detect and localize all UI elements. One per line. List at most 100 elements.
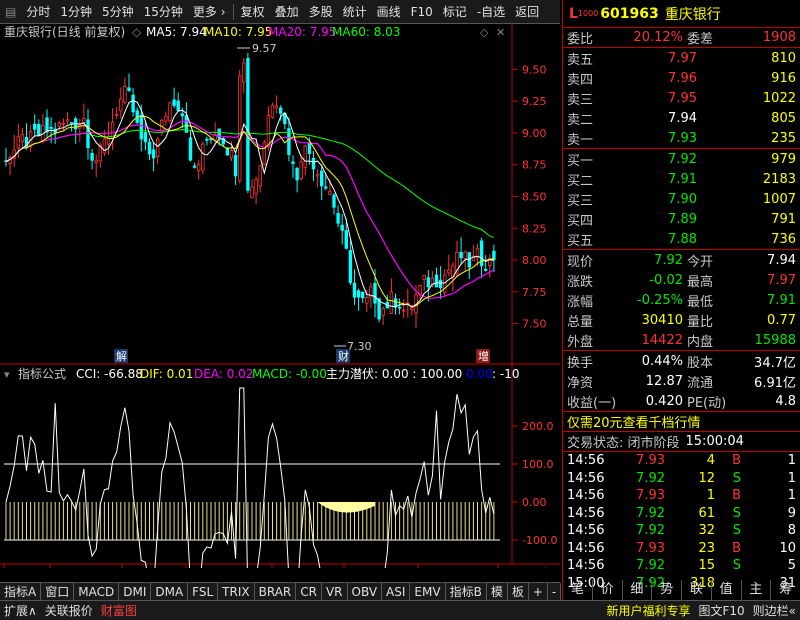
chart-settings-icon[interactable]: ◇ [132, 25, 142, 39]
indicator-tab[interactable]: MACD [74, 582, 120, 601]
buy-price: 7.90 [668, 191, 697, 207]
candle-body [119, 98, 123, 112]
indicator-tab[interactable]: 模 [487, 582, 508, 601]
tick-volume: 12 [698, 470, 715, 486]
candle-body [123, 86, 127, 103]
indicator-tab[interactable]: VR [322, 582, 348, 601]
ma10-label: MA10: 7.95 [204, 25, 272, 39]
toolbar-biaoji[interactable]: 标记 [438, 0, 472, 24]
tick-side: S [732, 558, 741, 574]
toolbar-fenshi[interactable]: 分时 [21, 0, 55, 24]
toolbar-5min[interactable]: 5分钟 [97, 0, 139, 24]
quote-tab[interactable]: 主 [742, 580, 772, 600]
tick-count: 8 [787, 523, 796, 539]
buy-order-row: 买一 7.92 979 [563, 149, 800, 169]
candle-body [201, 143, 205, 171]
ind-tick-label: 0.00 [522, 496, 547, 509]
ind-collapse-icon[interactable]: ▾ [4, 368, 10, 381]
toolbar-f10[interactable]: F10 [406, 0, 438, 24]
candle-body [20, 134, 25, 143]
tick-time: 14:56 [567, 453, 605, 469]
indicator-tab[interactable]: 指标B [446, 582, 487, 601]
quote-tab[interactable]: 势 [652, 580, 682, 600]
quote-panel-tabs: 笔价细势联值主筹 [563, 580, 800, 600]
tick-price: 7.92 [636, 505, 665, 521]
quote-tab[interactable]: 联 [682, 580, 712, 600]
indicator-tab[interactable]: 窗口 [41, 582, 75, 601]
stock-flag-sub: 1000 [577, 9, 599, 18]
indicator-tab[interactable]: 指标A [0, 582, 42, 601]
candle-body [397, 306, 402, 309]
sidebar-toggle-button[interactable]: 则边栏« [749, 602, 800, 619]
toolbar-diejia[interactable]: 叠加 [270, 0, 304, 24]
price-tick-label: 7.50 [522, 318, 547, 331]
quote-tab[interactable]: 值 [712, 580, 742, 600]
candle-body [459, 251, 463, 259]
indicator-tab[interactable]: 板 [508, 582, 529, 601]
toolbar-15min[interactable]: 15分钟 [139, 0, 188, 24]
toolbar-more[interactable]: 更多 › [188, 0, 231, 24]
promo-link[interactable]: 仅需20元查看千档行情 [567, 412, 701, 431]
toolbar-fuquan[interactable]: 复权 [236, 0, 270, 24]
price-tick-label: 9.50 [522, 63, 547, 76]
buy-price: 7.92 [668, 151, 697, 167]
sell-order-row: 卖二 7.94 805 [563, 108, 800, 128]
kline-chart[interactable]: 重庆银行(日线 前复权) ◇ MA5: 7.94 MA10: 7.95 MA20… [0, 24, 560, 568]
new-user-promo-link[interactable]: 新用户福利专享 [602, 602, 694, 619]
buy-level-label: 买一 [567, 153, 594, 169]
toolbar-fanhui[interactable]: 返回 [510, 0, 544, 24]
tick-side: B [732, 453, 741, 469]
chart-close-icon[interactable]: ✕ [496, 26, 505, 39]
quote-value: -0.25% [637, 292, 683, 308]
tick-row: 14:56 7.92 61 S 9 [563, 505, 800, 523]
tick-list[interactable]: 14:56 7.93 4 B 1 14:56 7.92 12 S 1 14:56 7… [563, 452, 800, 592]
wealth-chart-button[interactable]: 财富图 [97, 602, 141, 619]
candle-body [147, 141, 152, 155]
stat-value: 12.87 [645, 373, 683, 389]
indicator-tab[interactable]: CR [296, 582, 322, 601]
toolbar-tongji[interactable]: 统计 [338, 0, 372, 24]
candle-body [180, 113, 184, 117]
promo-row[interactable]: 仅需20元查看千档行情 [563, 412, 800, 432]
indicator-tab[interactable]: TRIX [218, 582, 255, 601]
chart-diamond-icon[interactable]: ◇ [480, 26, 489, 39]
indicator-tab[interactable]: OBV [348, 582, 383, 601]
related-quote-button[interactable]: 关联报价 [41, 602, 97, 619]
sell-level-label: 卖五 [567, 52, 594, 68]
indicator-tab[interactable]: - [548, 582, 562, 601]
f10-button[interactable]: 图文F10 [694, 602, 748, 619]
ind-formula-title[interactable]: 指标公式 [18, 366, 66, 381]
indicator-tab[interactable]: ASI [382, 582, 411, 601]
tick-count: 1 [787, 488, 796, 504]
indicator-tab[interactable]: + [529, 582, 548, 601]
candle-body [389, 291, 394, 314]
toolbar-huaxian[interactable]: 画线 [372, 0, 406, 24]
tick-volume: 61 [698, 505, 715, 521]
toolbar-zixuan[interactable]: -自选 [472, 0, 510, 24]
candle-body [311, 158, 316, 170]
weibi-row: 委比 20.12% 委差 1908 [563, 28, 800, 48]
tick-row: 14:56 7.93 23 B 10 [563, 540, 800, 558]
stat-row: 换手 0.44% 股本 34.7亿 [567, 353, 796, 371]
date-axis-period[interactable]: 日线 [526, 567, 550, 568]
tick-time: 14:56 [567, 505, 605, 521]
candle-body [324, 186, 328, 189]
toolbar-divider [232, 3, 234, 20]
indicator-tab[interactable]: BRAR [255, 582, 297, 601]
tick-price: 7.93 [636, 540, 665, 556]
quote-tab[interactable]: 笔 [563, 580, 593, 600]
indicator-tab[interactable]: DMI [119, 582, 152, 601]
quote-tab[interactable]: 价 [593, 580, 623, 600]
expand-button[interactable]: 扩展∧ [0, 602, 41, 619]
toolbar-1min[interactable]: 1分钟 [55, 0, 97, 24]
indicator-tab[interactable]: EMV [410, 582, 446, 601]
toolbar-menu-icon[interactable]: ▤ [0, 0, 21, 24]
candle-body [233, 155, 238, 177]
candle-body [270, 104, 275, 118]
indicator-tab[interactable]: DMA [151, 582, 189, 601]
tick-count: 5 [787, 558, 796, 574]
indicator-tab[interactable]: FSL [188, 582, 219, 601]
quote-tab[interactable]: 细 [623, 580, 653, 600]
toolbar-duogu[interactable]: 多股 [304, 0, 338, 24]
quote-tab[interactable]: 筹 [771, 580, 800, 600]
